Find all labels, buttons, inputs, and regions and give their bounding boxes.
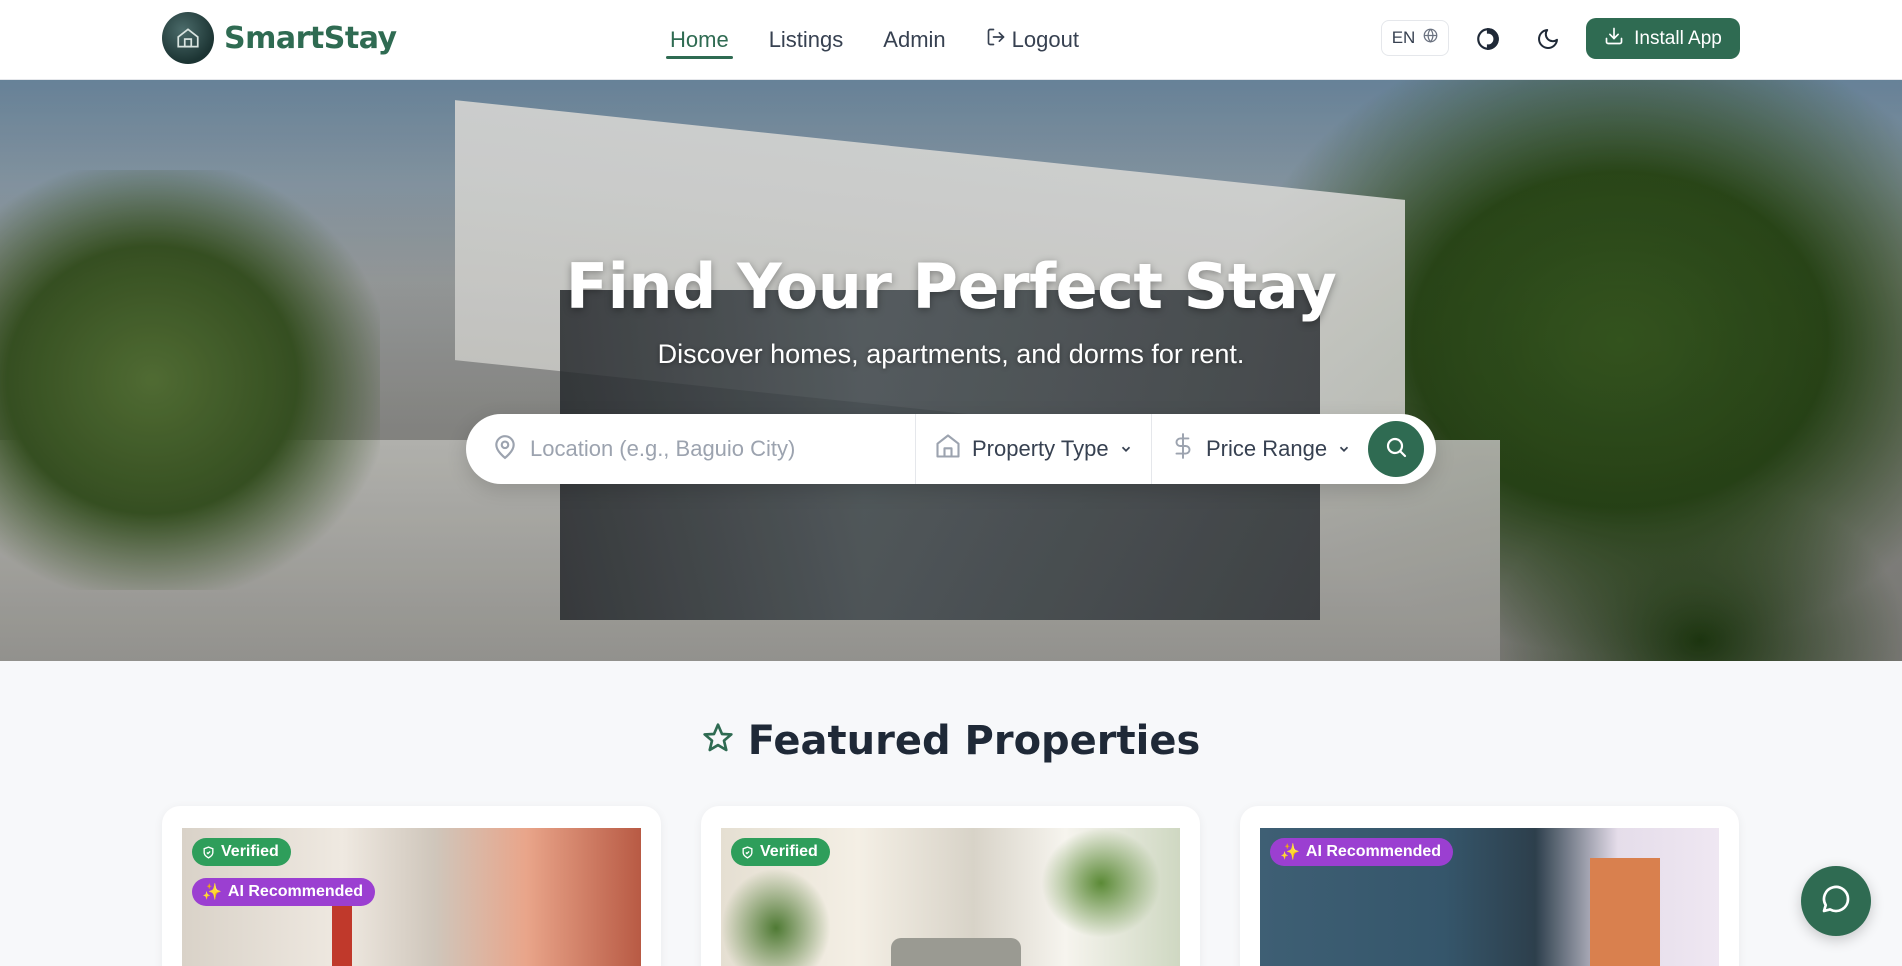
language-label: EN xyxy=(1391,28,1416,47)
featured-heading: Featured Properties xyxy=(0,718,1902,764)
property-card[interactable]: ✨ AI Recommended xyxy=(1240,806,1739,966)
install-app-button[interactable]: Install App xyxy=(1586,18,1740,59)
chevron-down-icon xyxy=(1119,436,1133,462)
nav-home[interactable]: Home xyxy=(666,0,733,80)
nav-home-label: Home xyxy=(670,27,729,52)
verified-badge: Verified xyxy=(192,838,291,866)
sparkles-icon: ✨ xyxy=(1280,844,1300,861)
location-input[interactable] xyxy=(530,436,910,462)
chat-bubble-icon xyxy=(1820,883,1852,920)
ai-recommended-label: AI Recommended xyxy=(227,883,364,900)
map-pin-icon xyxy=(492,434,518,465)
hero-banner: Find Your Perfect Stay Discover homes, a… xyxy=(0,80,1902,661)
nav-logout[interactable]: Logout xyxy=(986,0,1079,80)
download-icon xyxy=(1604,26,1624,52)
chevron-down-icon xyxy=(1337,436,1351,462)
ai-recommended-label: AI Recommended xyxy=(1305,843,1442,860)
ai-recommended-badge: ✨ AI Recommended xyxy=(1270,838,1454,866)
property-card[interactable]: Verified ✨ AI Recommended xyxy=(162,806,661,966)
logout-icon xyxy=(986,27,1006,53)
search-icon xyxy=(1384,435,1408,464)
language-selector[interactable]: EN xyxy=(1381,20,1449,56)
property-type-label: Property Type xyxy=(972,436,1109,461)
chat-button[interactable] xyxy=(1801,866,1871,936)
ai-recommended-badge: ✨ AI Recommended xyxy=(192,878,376,906)
globe-icon xyxy=(1423,28,1438,48)
search-button[interactable] xyxy=(1368,421,1424,477)
sparkles-icon: ✨ xyxy=(202,884,222,901)
featured-title: Featured Properties xyxy=(747,718,1201,764)
brand-name: SmartStay xyxy=(224,20,397,56)
main-nav: Home Listings Admin Logout xyxy=(666,0,1079,80)
home-icon xyxy=(934,432,962,466)
search-bar: Property Type Price Range xyxy=(466,414,1436,484)
price-range-dropdown[interactable]: Price Range xyxy=(1152,414,1372,484)
verified-label: Verified xyxy=(760,843,818,860)
dollar-icon xyxy=(1170,433,1196,465)
hero-subtitle: Discover homes, apartments, and dorms fo… xyxy=(657,339,1245,369)
location-field[interactable] xyxy=(466,414,916,484)
verified-label: Verified xyxy=(221,843,279,860)
nav-admin[interactable]: Admin xyxy=(883,0,945,80)
dark-mode-moon-icon[interactable] xyxy=(1533,24,1563,54)
nav-admin-label: Admin xyxy=(883,27,946,52)
verified-badge: Verified xyxy=(731,838,830,866)
property-card[interactable]: Verified xyxy=(701,806,1200,966)
nav-listings[interactable]: Listings xyxy=(769,0,844,80)
star-icon xyxy=(702,718,734,764)
logo-icon xyxy=(162,12,214,64)
shield-check-icon xyxy=(203,845,214,859)
install-app-label: Install App xyxy=(1634,27,1722,49)
shield-check-icon xyxy=(742,845,753,859)
hero-overlay xyxy=(0,80,1902,661)
brand[interactable]: SmartStay xyxy=(162,12,397,64)
nav-logout-label: Logout xyxy=(1011,27,1079,52)
contrast-toggle-icon[interactable] xyxy=(1473,24,1503,54)
nav-listings-label: Listings xyxy=(768,27,844,52)
hero-title: Find Your Perfect Stay xyxy=(565,250,1337,323)
price-range-label: Price Range xyxy=(1206,436,1328,461)
top-navbar: SmartStay Home Listings Admin Logout EN … xyxy=(0,0,1902,80)
property-type-dropdown[interactable]: Property Type xyxy=(916,414,1152,484)
